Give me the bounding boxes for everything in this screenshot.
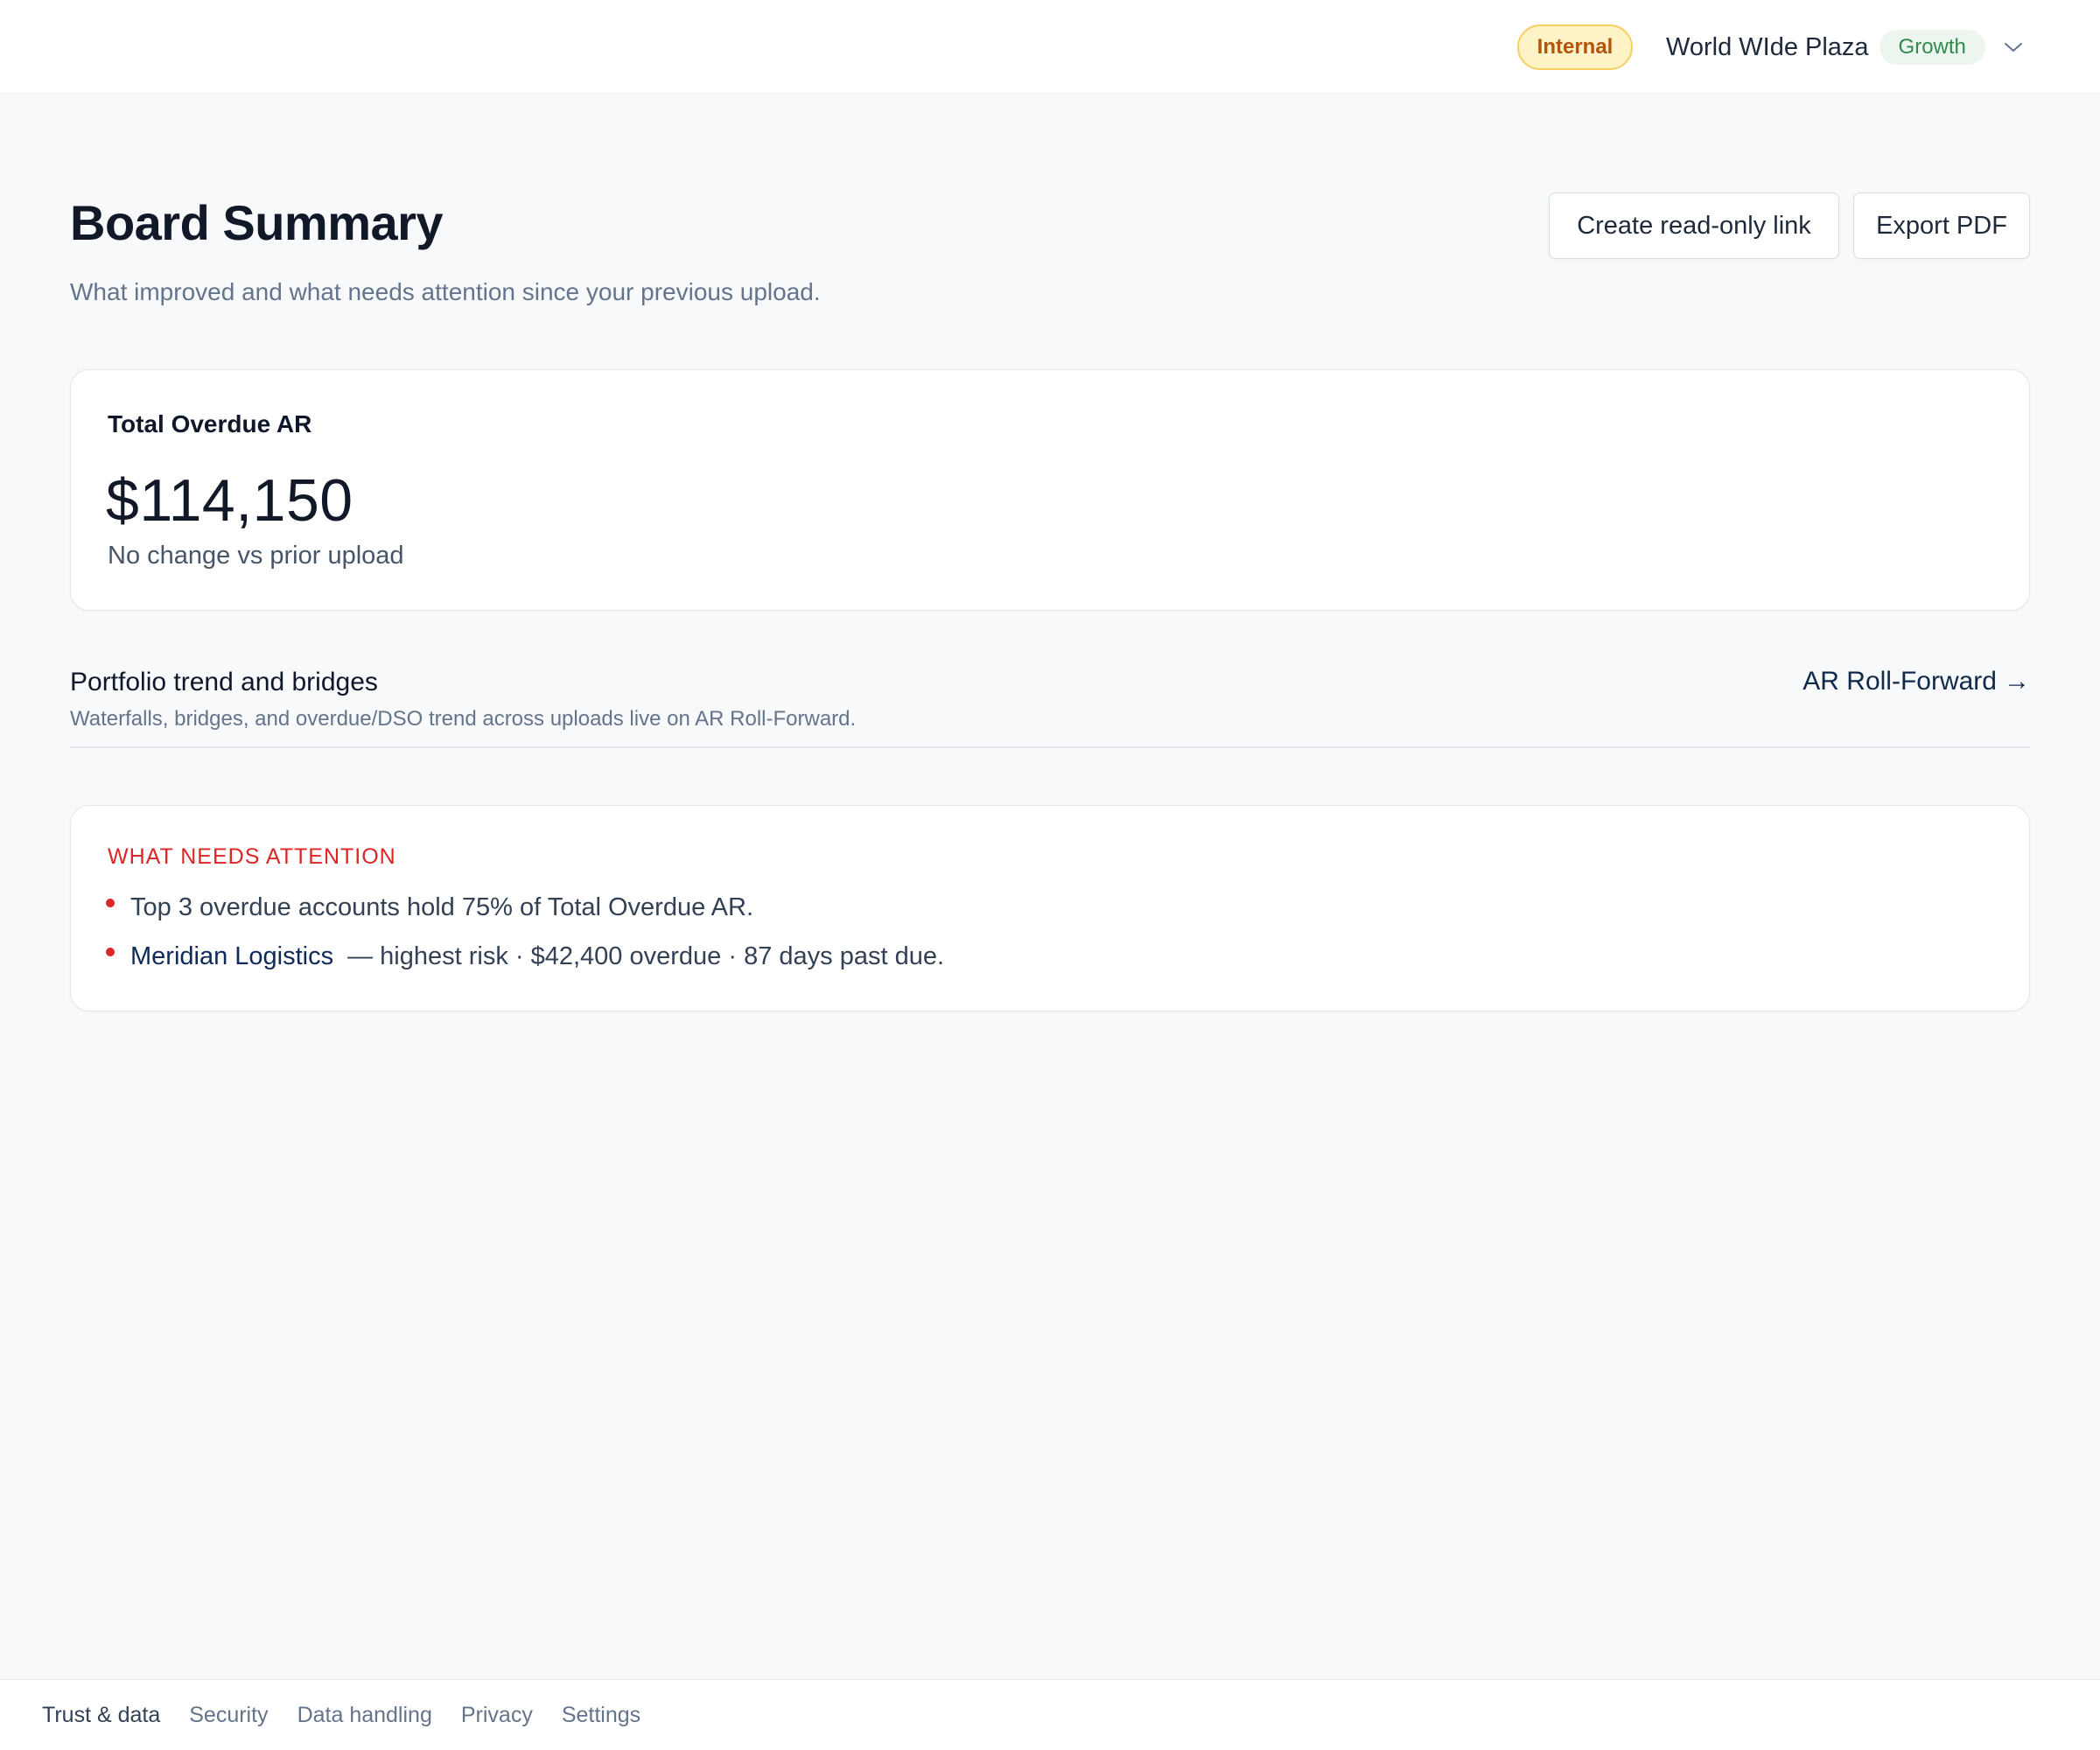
kpi-delta: No change vs prior upload [108, 542, 404, 570]
kpi-label: Total Overdue AR [108, 410, 312, 438]
org-name: World WIde Plaza [1666, 32, 1869, 61]
environment-badge: Internal [1517, 24, 1633, 70]
portfolio-section-description: Waterfalls, bridges, and overdue/DSO tre… [70, 707, 857, 731]
bullet-dot-icon [106, 947, 115, 956]
plan-badge: Growth [1879, 30, 1985, 65]
kpi-value: $114,150 [106, 467, 354, 534]
section-divider [70, 746, 2030, 748]
attention-item: Top 3 overdue accounts hold 75% of Total… [106, 893, 753, 922]
attention-heading: WHAT NEEDS ATTENTION [108, 844, 396, 869]
attention-item-text: — highest risk · $42,400 overdue · 87 da… [347, 942, 945, 970]
page-subtitle: What improved and what needs attention s… [70, 278, 821, 305]
footer: Trust & data Security Data handling Priv… [0, 1679, 2100, 1750]
footer-link-privacy[interactable]: Privacy [461, 1703, 533, 1728]
ar-roll-forward-label: AR Roll-Forward [1802, 667, 1997, 696]
account-link-meridian-logistics[interactable]: Meridian Logistics [130, 942, 333, 971]
org-switcher[interactable]: World WIde Plaza Growth [1666, 26, 2026, 68]
arrow-right-icon: → [2004, 667, 2030, 696]
footer-link-security[interactable]: Security [189, 1703, 268, 1728]
page-title: Board Summary [70, 195, 444, 250]
footer-link-settings[interactable]: Settings [562, 1703, 640, 1728]
attention-item: Meridian Logistics — highest risk · $42,… [106, 942, 944, 971]
export-pdf-button[interactable]: Export PDF [1853, 192, 2030, 259]
footer-link-trust-and-data[interactable]: Trust & data [42, 1703, 160, 1728]
footer-link-data-handling[interactable]: Data handling [298, 1703, 432, 1728]
attention-card: WHAT NEEDS ATTENTION Top 3 overdue accou… [70, 805, 2030, 1012]
attention-item-text: Top 3 overdue accounts hold 75% of Total… [130, 893, 754, 921]
chevron-down-icon[interactable] [2001, 35, 2026, 60]
ar-roll-forward-link[interactable]: AR Roll-Forward → [1802, 667, 2030, 696]
create-read-only-link-button[interactable]: Create read-only link [1549, 192, 1839, 259]
bullet-dot-icon [106, 898, 115, 907]
total-overdue-ar-card: Total Overdue AR $114,150 No change vs p… [70, 369, 2030, 611]
top-bar: Internal World WIde Plaza Growth [0, 0, 2100, 94]
portfolio-section-title: Portfolio trend and bridges [70, 668, 378, 696]
